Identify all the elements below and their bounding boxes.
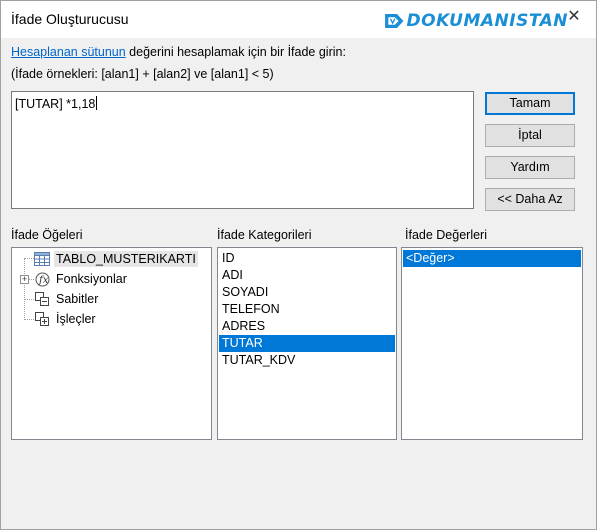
close-icon: ✕: [567, 8, 581, 25]
tree-connector: [24, 258, 34, 259]
watermark-logo: DOKUMANISTAN: [384, 6, 568, 36]
list-item[interactable]: SOYADI: [219, 284, 395, 301]
expression-input[interactable]: [TUTAR] *1,18: [11, 91, 474, 209]
function-icon: fx: [34, 271, 50, 287]
window-title: İfade Oluşturucusu: [11, 11, 129, 27]
values-label: İfade Değerleri: [405, 228, 487, 242]
tree-item-label: İşleçler: [56, 312, 96, 326]
constants-icon: [34, 291, 50, 307]
instruction-rest: değerini hesaplamak için bir İfade girin…: [125, 45, 346, 59]
tree-item-functions[interactable]: fx Fonksiyonlar: [34, 270, 129, 288]
less-button[interactable]: << Daha Az: [485, 188, 575, 211]
svg-text:fx: fx: [38, 275, 49, 286]
tree-item-table[interactable]: TABLO_MUSTERIKARTI: [34, 250, 198, 268]
list-item[interactable]: ADI: [219, 267, 395, 284]
ok-button[interactable]: Tamam: [485, 92, 575, 115]
close-button[interactable]: ✕: [566, 9, 582, 25]
cancel-button[interactable]: İptal: [485, 124, 575, 147]
elements-label: İfade Öğeleri: [11, 228, 83, 242]
list-item-selected[interactable]: <Değer>: [403, 250, 581, 267]
list-item[interactable]: TUTAR_KDV: [219, 352, 395, 369]
tree-connector: [24, 258, 25, 320]
tree-item-operators[interactable]: İşleçler: [34, 310, 98, 328]
examples-text: (İfade örnekleri: [alan1] + [alan2] ve […: [11, 67, 274, 81]
list-item-selected[interactable]: TUTAR: [219, 335, 395, 352]
table-icon: [34, 251, 50, 267]
values-list[interactable]: <Değer>: [401, 247, 583, 440]
expression-value: [TUTAR] *1,18: [15, 97, 96, 111]
categories-label: İfade Kategorileri: [217, 228, 312, 242]
list-item[interactable]: TELEFON: [219, 301, 395, 318]
tree-connector: [24, 299, 34, 300]
title-bar: İfade Oluşturucusu DOKUMANISTAN ✕: [1, 1, 596, 38]
watermark-text: DOKUMANISTAN: [406, 11, 568, 31]
tree-item-constants[interactable]: Sabitler: [34, 290, 100, 308]
instruction-text: Hesaplanan sütunun değerini hesaplamak i…: [11, 45, 346, 59]
tree-connector: [24, 319, 34, 320]
tree-item-label: TABLO_MUSTERIKARTI: [54, 251, 198, 267]
help-button[interactable]: Yardım: [485, 156, 575, 179]
list-item[interactable]: ADRES: [219, 318, 395, 335]
tree-item-label: Fonksiyonlar: [56, 272, 127, 286]
text-caret: [96, 96, 98, 110]
computed-column-link[interactable]: Hesaplanan sütunun: [11, 45, 126, 59]
expression-builder-dialog: İfade Oluşturucusu DOKUMANISTAN ✕ Hesapl…: [0, 0, 597, 530]
expand-icon[interactable]: +: [20, 275, 29, 284]
watermark-logo-icon: [385, 13, 404, 29]
operators-icon: [34, 311, 50, 327]
tree-item-label: Sabitler: [56, 292, 99, 306]
list-item[interactable]: ID: [219, 250, 395, 267]
elements-tree[interactable]: TABLO_MUSTERIKARTI + fx Fonksiyonlar Sab…: [11, 247, 212, 440]
categories-list[interactable]: ID ADI SOYADI TELEFON ADRES TUTAR TUTAR_…: [217, 247, 397, 440]
